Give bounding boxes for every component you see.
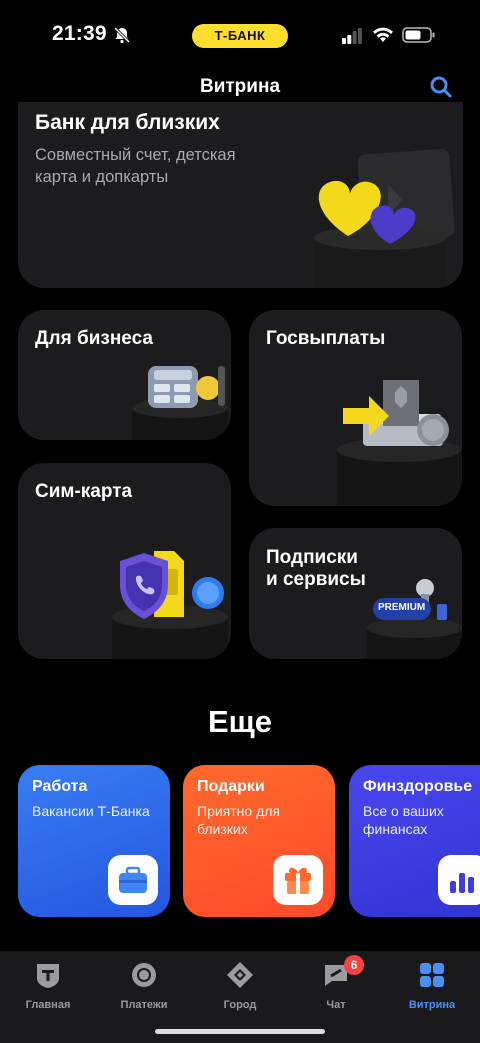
status-bar: 21:39 Т-БАНК — [0, 0, 480, 72]
wifi-icon — [373, 27, 393, 42]
tab-showcase[interactable]: Витрина — [384, 959, 480, 1015]
card-title: Банк для близких — [35, 111, 220, 134]
tab-payments[interactable]: Платежи — [96, 959, 192, 1015]
card-subtitle: Совместный счет, детская карта и допкарт… — [35, 146, 236, 186]
page-title: Витрина — [199, 76, 281, 97]
gift-icon — [273, 855, 323, 905]
family-bank-card[interactable]: Банк для близких Совместный счет, детска… — [18, 102, 463, 288]
bar-chart-icon — [438, 855, 480, 905]
search-icon[interactable] — [428, 74, 454, 100]
card-title: Госвыплаты — [266, 328, 386, 349]
more-section-title: Еще — [207, 704, 273, 739]
briefcase-icon — [108, 855, 158, 905]
business-card[interactable]: Для бизнеса — [18, 310, 231, 440]
home-shield-icon — [37, 964, 59, 988]
tab-chat[interactable]: 6 Чат — [288, 955, 384, 1015]
premium-illustration-icon — [367, 579, 462, 659]
status-time: 21:39 — [52, 22, 107, 45]
tab-label: Главная — [25, 999, 71, 1011]
subscriptions-card[interactable]: Подписки и сервисы PREMIUM — [249, 528, 462, 659]
promo-card-gifts[interactable]: Подарки Приятно для близких — [183, 765, 335, 917]
promo-card-jobs[interactable]: Работа Вакансии Т-Банка — [18, 765, 170, 917]
showcase-grid-icon — [420, 963, 444, 987]
battery-icon — [402, 27, 435, 43]
promo-title: Финздоровье — [363, 778, 473, 795]
tab-label: Город — [223, 999, 257, 1011]
cellular-signal-icon — [342, 28, 362, 44]
promo-title: Подарки — [197, 778, 265, 795]
calculator-coins-illustration-icon — [132, 366, 228, 440]
gov-payments-card[interactable]: Госвыплаты — [249, 310, 462, 506]
sim-card[interactable]: Сим-карта — [18, 463, 231, 659]
card-title-line1: Подписки — [266, 547, 358, 568]
unread-badge: 6 — [344, 955, 364, 975]
payments-circle-icon — [132, 963, 156, 987]
brand-pill: Т-БАНК — [192, 24, 288, 48]
city-diamond-icon — [227, 962, 253, 988]
premium-label: PREMIUM — [378, 602, 426, 613]
silent-bell-icon — [113, 26, 131, 44]
promo-title: Работа — [32, 778, 88, 795]
tab-label: Платежи — [120, 999, 168, 1011]
home-indicator[interactable] — [155, 1029, 325, 1034]
promo-subtitle: Вакансии Т-Банка — [32, 803, 150, 819]
sim-shield-illustration-icon — [112, 551, 228, 659]
promo-subtitle: Приятно для близких — [197, 803, 280, 837]
promo-subtitle: Все о ваших финансах — [363, 803, 444, 837]
tab-home[interactable]: Главная — [0, 959, 96, 1015]
promo-card-fin-health[interactable]: Финздоровье Все о ваших финансах — [349, 765, 480, 917]
hearts-illustration-icon — [314, 149, 455, 288]
card-title: Сим-карта — [35, 481, 133, 502]
tab-label: Витрина — [408, 999, 456, 1011]
card-title-line2: и сервисы — [266, 569, 366, 590]
gov-payments-illustration-icon — [337, 380, 462, 506]
tab-city[interactable]: Город — [192, 959, 288, 1015]
card-title: Для бизнеса — [35, 328, 153, 349]
tab-label: Чат — [326, 999, 346, 1011]
